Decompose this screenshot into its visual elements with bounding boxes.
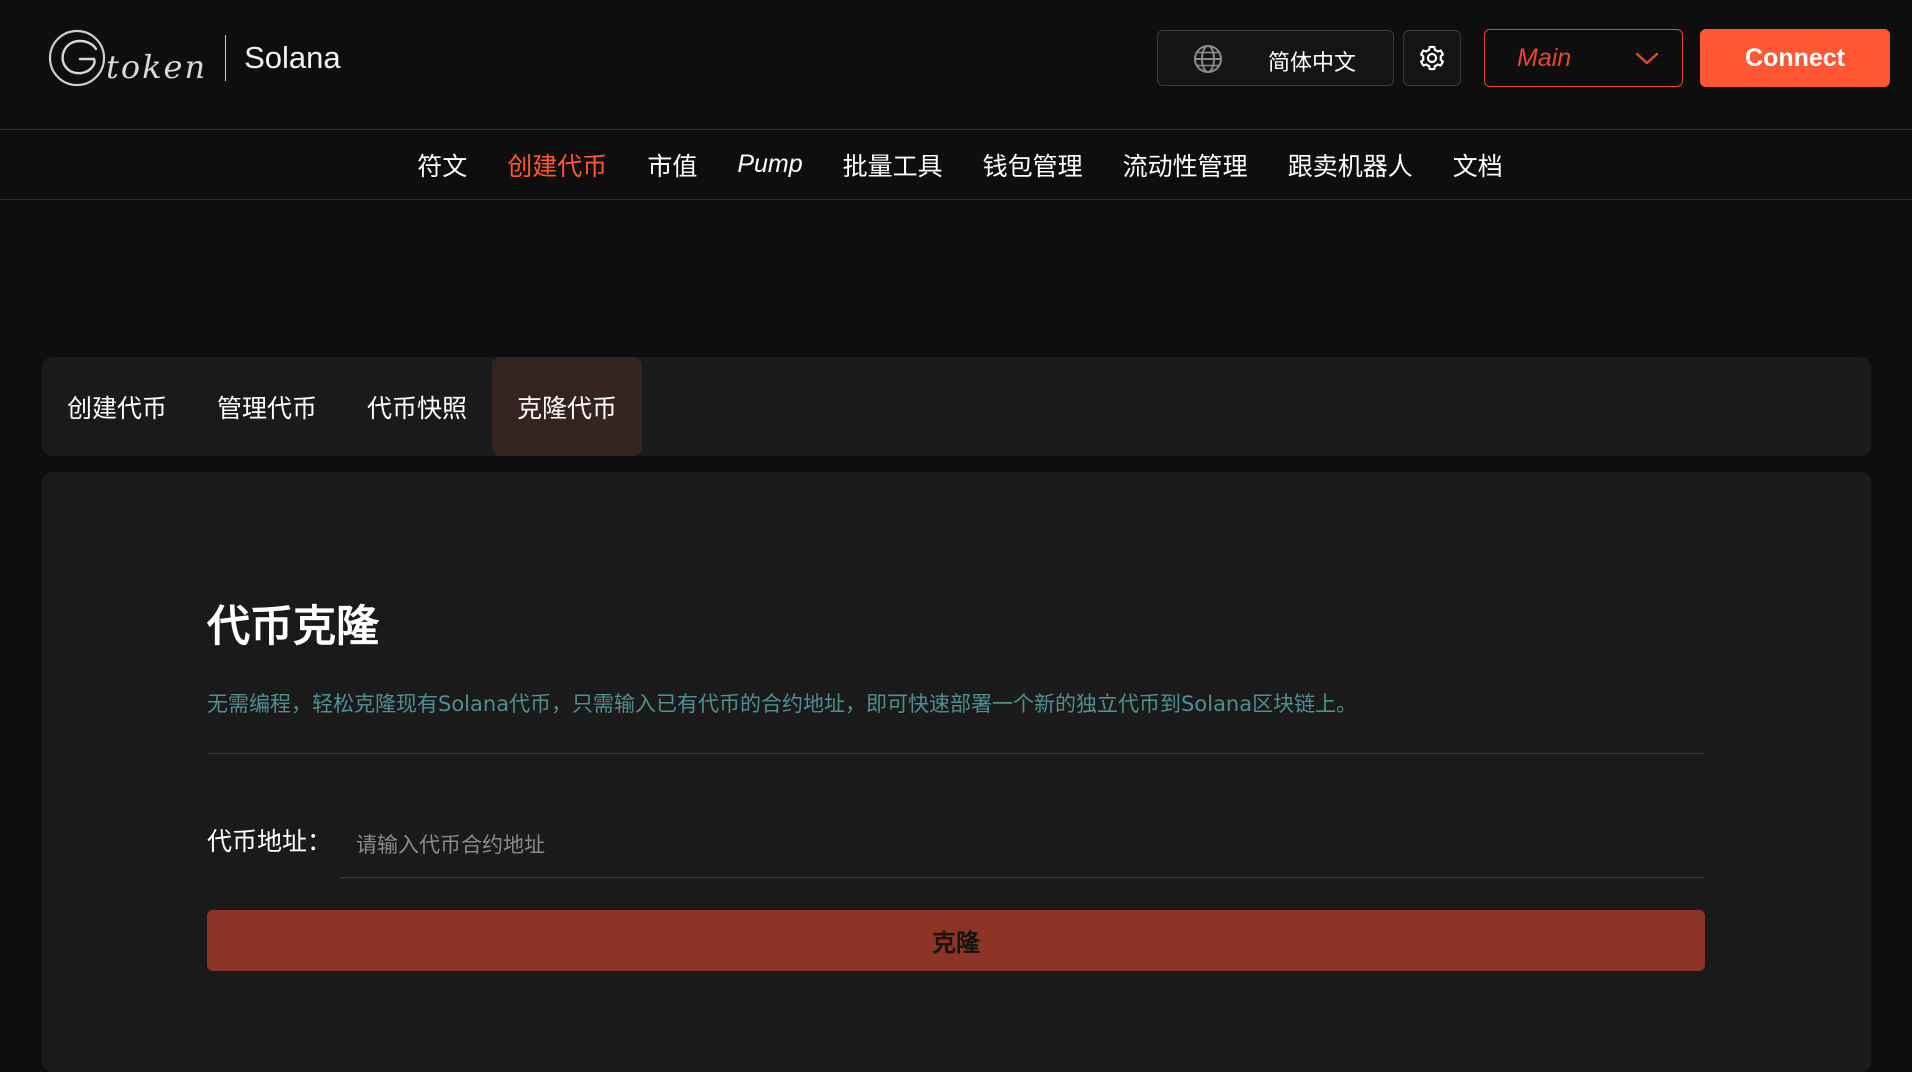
settings-button[interactable]	[1403, 30, 1461, 86]
nav-item-batch-tools[interactable]: 批量工具	[843, 147, 943, 183]
divider	[207, 753, 1705, 754]
main-nav: 符文 创建代币 市值 Pump 批量工具 钱包管理 流动性管理 跟卖机器人 文档	[0, 130, 1912, 200]
logo[interactable]: token Solana	[46, 27, 341, 89]
clone-button[interactable]: 克隆	[207, 910, 1705, 971]
tab-create-token[interactable]: 创建代币	[42, 357, 192, 456]
gear-icon	[1419, 45, 1445, 71]
g-token-logo-icon	[48, 29, 106, 87]
network-select[interactable]: Main	[1484, 29, 1683, 87]
clone-token-card: 代币克隆 无需编程，轻松克隆现有Solana代币，只需输入已有代币的合约地址，即…	[42, 472, 1871, 1072]
globe-icon	[1194, 45, 1222, 73]
logo-divider	[225, 35, 227, 81]
nav-item-pump[interactable]: Pump	[737, 150, 802, 179]
token-address-label: 代币地址：	[207, 827, 333, 856]
nav-item-market-cap[interactable]: 市值	[647, 147, 697, 183]
language-label: 简体中文	[1268, 51, 1357, 76]
nav-item-follow-sell-bot[interactable]: 跟卖机器人	[1288, 147, 1413, 183]
chevron-down-icon	[1635, 52, 1659, 65]
token-tabs: 创建代币 管理代币 代币快照 克隆代币	[42, 357, 1871, 456]
top-header: token Solana 简体中文 Main Connect	[0, 0, 1912, 130]
tab-token-snapshot[interactable]: 代币快照	[342, 357, 492, 456]
token-address-input[interactable]	[340, 812, 1705, 878]
nav-item-create-token[interactable]: 创建代币	[507, 147, 607, 183]
nav-item-wallet-management[interactable]: 钱包管理	[983, 147, 1083, 183]
tab-manage-token[interactable]: 管理代币	[192, 357, 342, 456]
nav-item-liquidity-management[interactable]: 流动性管理	[1123, 147, 1248, 183]
connect-button[interactable]: Connect	[1700, 29, 1890, 87]
page-title: 代币克隆	[207, 602, 379, 652]
logo-wordmark: token	[106, 48, 208, 86]
language-selector[interactable]: 简体中文	[1157, 30, 1394, 86]
tab-clone-token[interactable]: 克隆代币	[492, 357, 643, 456]
network-label: Main	[1517, 44, 1572, 72]
nav-item-runes[interactable]: 符文	[417, 147, 467, 183]
chain-name: Solana	[244, 40, 341, 75]
page-description: 无需编程，轻松克隆现有Solana代币，只需输入已有代币的合约地址，即可快速部署…	[207, 692, 1358, 716]
nav-item-docs[interactable]: 文档	[1453, 147, 1503, 183]
